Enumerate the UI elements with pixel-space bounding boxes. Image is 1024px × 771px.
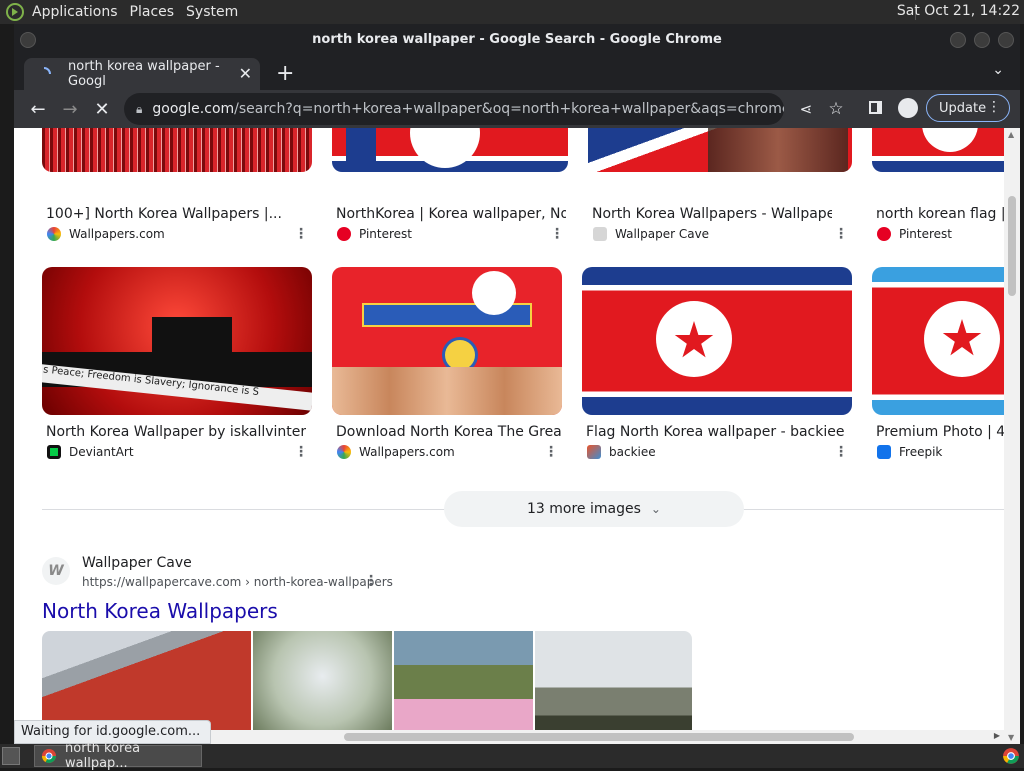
scroll-down-icon[interactable]: ▼	[1008, 733, 1014, 742]
image-title-8[interactable]: Premium Photo | 4k	[876, 424, 1006, 440]
bookmark-star-icon[interactable]: ☆	[820, 99, 852, 119]
image-title-7[interactable]: Flag North Korea wallpaper - backiee	[586, 424, 846, 440]
image-source-5[interactable]: DeviantArt	[47, 445, 134, 459]
scrollbar-thumb[interactable]	[1008, 196, 1016, 296]
image-thumb-7[interactable]	[582, 267, 852, 415]
image-source-2[interactable]: Pinterest	[337, 227, 412, 241]
chevron-down-icon: ⌄	[650, 502, 661, 516]
image-source-3[interactable]: Wallpaper Cave	[593, 227, 709, 241]
window-titlebar[interactable]: north korea wallpaper - Google Search - …	[14, 24, 1020, 56]
scroll-up-icon[interactable]: ▲	[1008, 130, 1014, 139]
image-thumb-2[interactable]	[332, 128, 568, 172]
image-source-1[interactable]: Wallpapers.com	[47, 227, 165, 241]
lock-icon[interactable]: 🔒︎	[136, 102, 142, 117]
browser-toolbar: ← → ✕ 🔒︎ google.com/search?q=north+korea…	[14, 90, 1020, 128]
taskbar-task-label: north korea wallpap...	[65, 741, 141, 771]
image-title-5[interactable]: North Korea Wallpaper by iskallvinter o.…	[46, 424, 306, 440]
url-host: google.com	[152, 101, 235, 117]
image-more-options-icon[interactable]: ⋮	[294, 444, 308, 460]
image-thumb-5[interactable]: s Peace; Freedom is Slavery; Ignorance i…	[42, 267, 312, 415]
pinterest-icon	[337, 227, 351, 241]
show-desktop-icon[interactable]	[2, 747, 20, 765]
image-title-1[interactable]: 100+] North Korea Wallpapers |...	[46, 206, 306, 222]
vertical-scrollbar[interactable]: ▲ ▼	[1004, 128, 1020, 744]
image-thumb-4[interactable]	[872, 128, 1012, 172]
image-thumb-6[interactable]	[332, 267, 562, 415]
back-button[interactable]: ←	[22, 99, 54, 120]
image-source-6[interactable]: Wallpapers.com	[337, 445, 455, 459]
top-panel: Applications Places System Sat Oct 21, 1…	[0, 0, 1024, 24]
page-content: 100+] North Korea Wallpapers |... NorthK…	[14, 128, 1020, 744]
wallpapers-com-icon	[337, 445, 351, 459]
result-title-link[interactable]: North Korea Wallpapers	[42, 599, 278, 623]
image-title-4[interactable]: north korean flag | N	[876, 206, 1006, 222]
image-more-options-icon[interactable]: ⋮	[544, 444, 558, 460]
result-image-2[interactable]	[253, 631, 392, 744]
image-more-options-icon[interactable]: ⋮	[550, 226, 564, 242]
close-window-icon[interactable]	[998, 32, 1014, 48]
forward-button[interactable]: →	[54, 99, 86, 120]
image-thumb-3[interactable]	[588, 128, 852, 172]
chrome-icon	[41, 748, 57, 764]
new-tab-button[interactable]: +	[276, 61, 294, 86]
backiee-icon	[587, 445, 601, 459]
window-title: north korea wallpaper - Google Search - …	[312, 32, 722, 47]
freepik-icon	[877, 445, 891, 459]
image-more-options-icon[interactable]: ⋮	[834, 226, 848, 242]
stop-loading-button[interactable]: ✕	[86, 99, 118, 120]
image-thumb-1[interactable]	[42, 128, 312, 172]
tab-strip: north korea wallpaper - Googl ✕ + ⌄	[14, 56, 1020, 90]
image-title-6[interactable]: Download North Korea The Grea...	[336, 424, 561, 440]
window-menu-icon[interactable]	[20, 32, 36, 48]
url-path: /search?q=north+korea+wallpaper&oq=north…	[234, 101, 784, 117]
share-icon[interactable]: ⋖	[790, 100, 822, 118]
minimize-icon[interactable]	[950, 32, 966, 48]
chrome-menu-icon[interactable]: ⋮	[987, 99, 1001, 115]
result-site-name[interactable]: Wallpaper Cave	[82, 555, 192, 571]
loading-spinner-icon	[36, 66, 52, 82]
deviantart-icon	[47, 445, 61, 459]
scroll-right-icon[interactable]: ▶	[994, 731, 1000, 740]
image-source-4[interactable]: Pinterest	[877, 227, 952, 241]
result-image-3[interactable]	[394, 631, 533, 744]
distro-logo-icon[interactable]	[4, 1, 26, 23]
image-source-7[interactable]: backiee	[587, 445, 656, 459]
tab-title: north korea wallpaper - Googl	[68, 59, 220, 89]
image-more-options-icon[interactable]: ⋮	[294, 226, 308, 242]
system-menu[interactable]: System	[180, 4, 244, 20]
result-url[interactable]: https://wallpapercave.com › north-korea-…	[82, 575, 393, 589]
bottom-taskbar: north korea wallpap...	[0, 741, 1024, 771]
address-bar[interactable]: 🔒︎ google.com/search?q=north+korea+wallp…	[124, 93, 784, 125]
side-panel-icon[interactable]	[869, 101, 882, 114]
image-title-2[interactable]: NorthKorea | Korea wallpaper, Nor...	[336, 206, 566, 222]
image-source-8[interactable]: Freepik	[877, 445, 942, 459]
tray-chrome-icon[interactable]	[1002, 747, 1020, 765]
applications-menu[interactable]: Applications	[26, 4, 124, 20]
close-tab-icon[interactable]: ✕	[239, 64, 252, 83]
result-more-options-icon[interactable]: ⋮	[364, 573, 378, 589]
image-more-options-icon[interactable]: ⋮	[834, 444, 848, 460]
wallpaper-cave-favicon-icon[interactable]: W	[42, 557, 70, 585]
update-button[interactable]: Update ⋮	[926, 94, 1010, 122]
taskbar-chrome-window[interactable]: north korea wallpap...	[34, 741, 202, 771]
tab-google-search[interactable]: north korea wallpaper - Googl ✕	[24, 58, 260, 90]
image-thumb-8[interactable]	[872, 267, 1012, 415]
maximize-icon[interactable]	[974, 32, 990, 48]
more-images-label: 13 more images	[527, 501, 641, 517]
scrollbar-thumb[interactable]	[344, 733, 854, 741]
image-title-3[interactable]: North Korea Wallpapers - Wallpaper...	[592, 206, 832, 222]
result-image-4[interactable]	[535, 631, 692, 744]
places-menu[interactable]: Places	[124, 4, 181, 20]
profile-avatar-icon[interactable]	[898, 98, 918, 118]
chrome-window: north korea wallpaper - Google Search - …	[14, 24, 1020, 744]
update-label: Update	[939, 100, 987, 116]
more-images-button[interactable]: 13 more images ⌄	[444, 491, 744, 527]
clock[interactable]: Sat Oct 21, 14:22	[897, 3, 1020, 19]
wallpapers-com-icon	[47, 227, 61, 241]
wallpaper-cave-icon	[593, 227, 607, 241]
tab-search-icon[interactable]: ⌄	[992, 62, 1004, 78]
pinterest-icon	[877, 227, 891, 241]
